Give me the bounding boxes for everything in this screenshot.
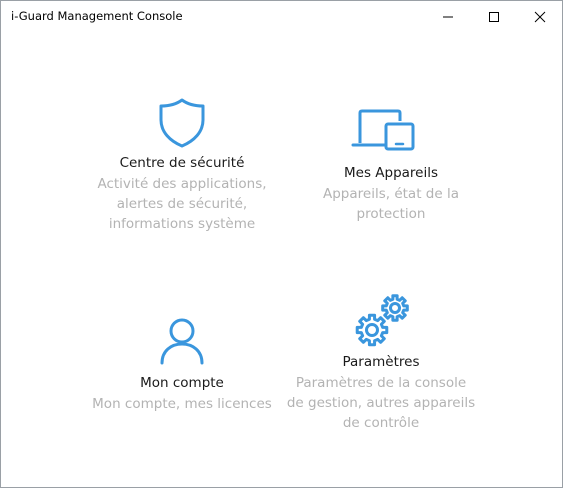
minimize-icon (443, 16, 453, 18)
tile-description: Appareils, état de la protection (307, 184, 475, 224)
tile-description-line: Appareils, état de la (323, 186, 459, 202)
tile-settings[interactable]: Paramètres Paramètres de la console de g… (281, 291, 481, 437)
tile-security-center[interactable]: Centre de sécurité Activité des applicat… (89, 93, 275, 243)
gear-outline (355, 313, 389, 347)
maximize-icon (489, 12, 499, 22)
close-button[interactable] (517, 1, 562, 33)
tile-title: Mes Appareils (343, 165, 439, 181)
gear-outline (381, 294, 409, 322)
gear-hole (389, 302, 401, 314)
tile-my-devices[interactable]: Mes Appareils Appareils, état de la prot… (307, 105, 475, 231)
title-bar[interactable]: i-Guard Management Console (1, 1, 562, 33)
shield-icon (159, 98, 205, 148)
tile-description: Mon compte, mes licences (87, 394, 277, 414)
tile-description-line: protection (356, 206, 426, 222)
maximize-button[interactable] (471, 1, 517, 33)
gear-hole (365, 323, 379, 337)
tile-description-line: de contrôle (342, 415, 420, 431)
tile-title: Centre de sécurité (119, 155, 245, 171)
tile-my-account[interactable]: Mon compte Mon compte, mes licences (87, 315, 277, 415)
tile-description-line: alertes de sécurité, (116, 196, 248, 212)
tile-description-line: Activité des applications, (97, 176, 267, 192)
window-title: i-Guard Management Console (11, 9, 183, 23)
tile-description: Activité des applications, alertes de sé… (89, 174, 275, 234)
minimize-button[interactable] (425, 1, 471, 33)
devices-icon (351, 109, 415, 151)
close-icon (534, 11, 546, 23)
tile-description-line: de gestion, autres appareils (286, 395, 476, 411)
tile-title: Mon compte (140, 375, 224, 391)
tile-description: Paramètres de la console de gestion, aut… (281, 373, 481, 433)
tile-description-line: informations système (108, 216, 256, 232)
person-icon (160, 318, 204, 365)
tile-description-line: Mon compte, mes licences (92, 396, 272, 412)
tile-description-line: Paramètres de la console (295, 375, 467, 391)
gears-icon (355, 294, 409, 347)
app-window: i-Guard Management Console Centre de séc… (0, 0, 563, 488)
tile-title: Paramètres (342, 354, 420, 370)
